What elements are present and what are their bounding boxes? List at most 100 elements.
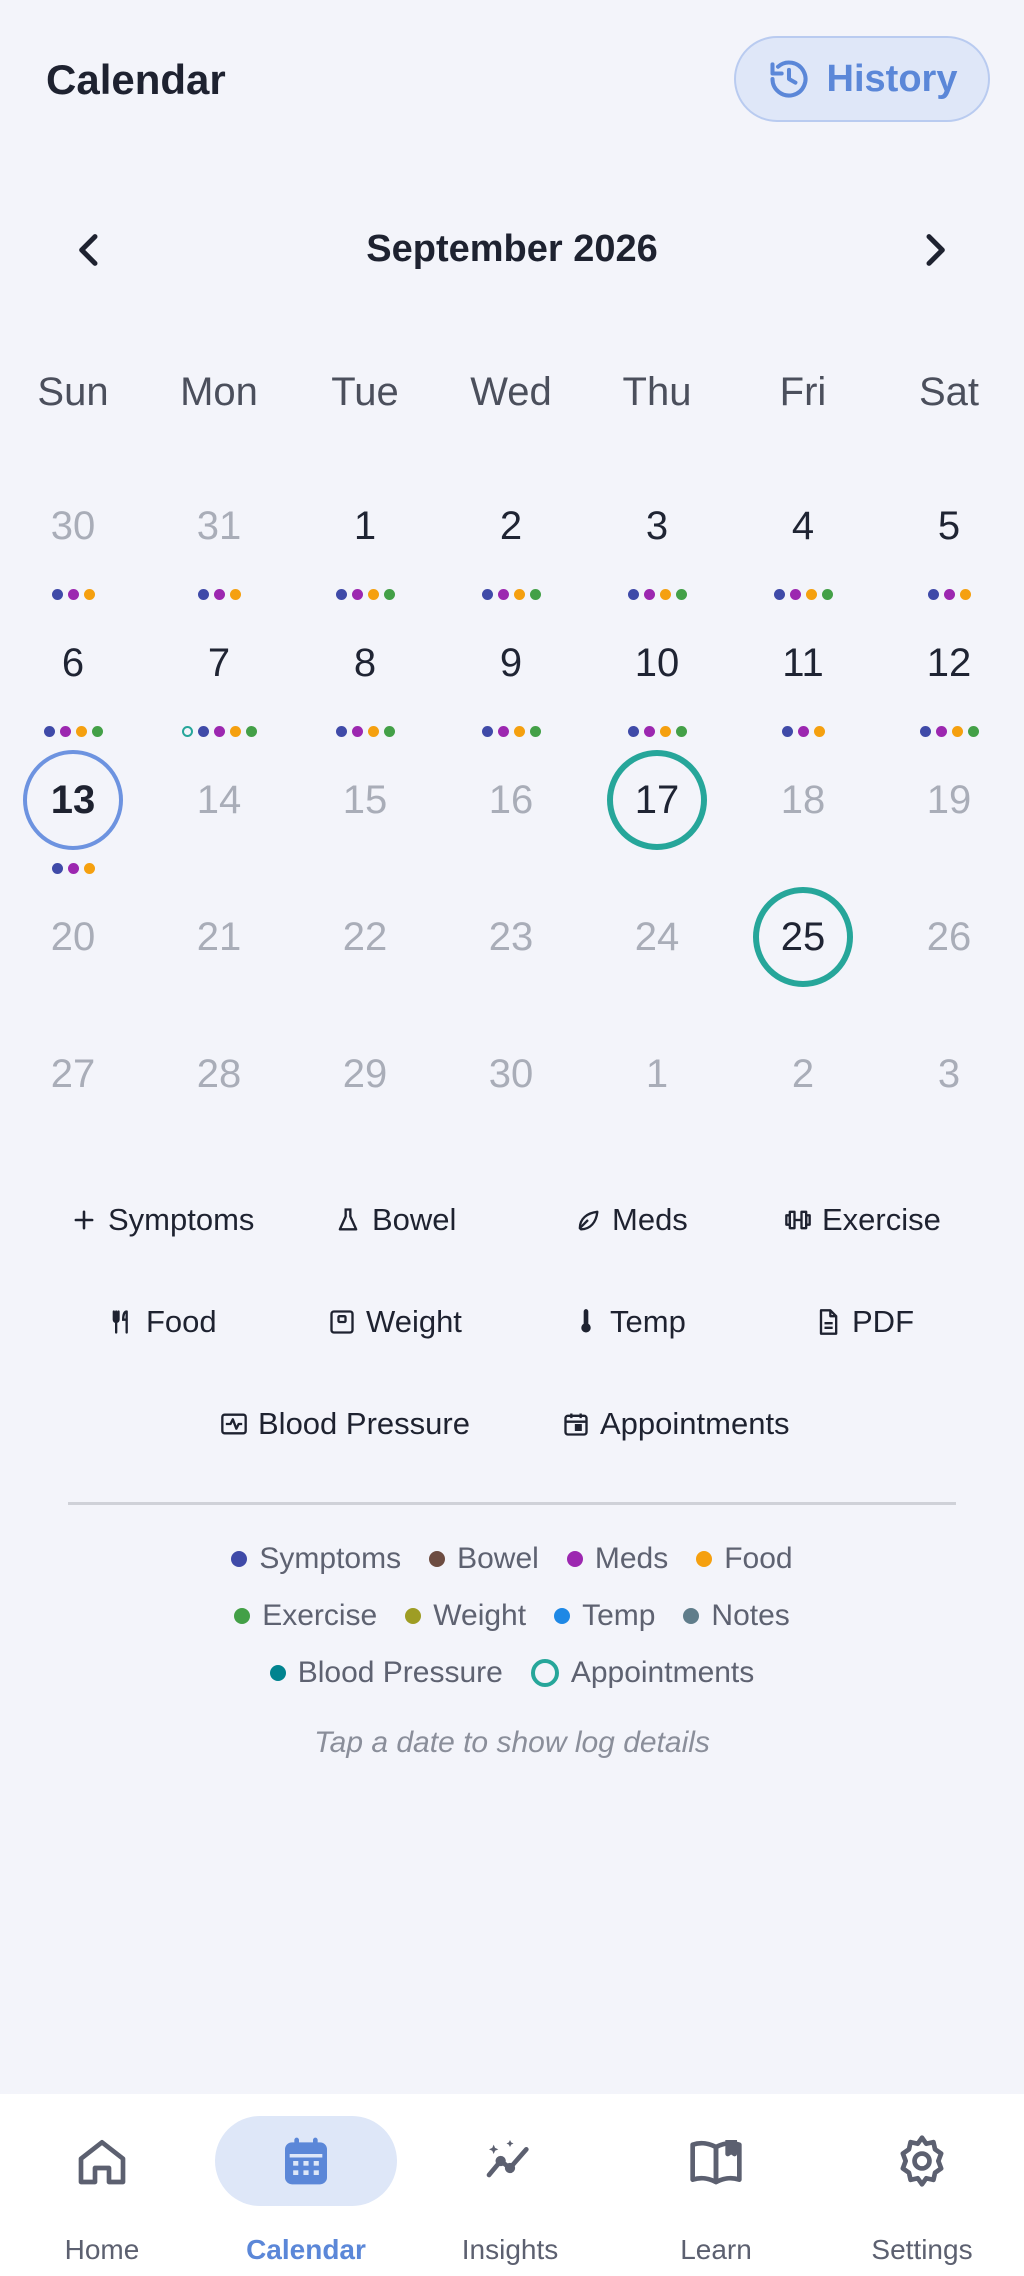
- calendar-day[interactable]: 3: [584, 476, 730, 612]
- calendar-day[interactable]: 15: [292, 750, 438, 886]
- calendar-day-number: 29: [342, 1051, 388, 1096]
- calendar-day[interactable]: 11: [730, 613, 876, 749]
- calendar-day[interactable]: 17: [584, 750, 730, 886]
- add-temp-chip[interactable]: Temp: [572, 1292, 686, 1352]
- calendar-day[interactable]: 25: [730, 887, 876, 1023]
- legend-symptoms: Symptoms: [231, 1542, 401, 1576]
- leaf-icon: [578, 1210, 599, 1231]
- legend-label: Symptoms: [259, 1542, 402, 1575]
- log-dot-symptoms: [197, 726, 209, 737]
- scale-icon: [330, 1310, 354, 1334]
- log-dot-exercise: [675, 726, 687, 737]
- calendar-day[interactable]: 28: [146, 1024, 292, 1160]
- calendar-day-number: 3: [937, 1051, 961, 1096]
- calendar-day[interactable]: 2: [438, 476, 584, 612]
- add-bowel-chip[interactable]: Bowel: [334, 1190, 456, 1250]
- log-dot-symptoms: [197, 589, 209, 600]
- heart-monitor-icon: [221, 1413, 247, 1435]
- calendar-day[interactable]: 18: [730, 750, 876, 886]
- nav-settings-label: Settings: [871, 2234, 973, 2265]
- legend-row-1: Symptoms Bowel Meds Food: [0, 1542, 1024, 1576]
- legend-dot-meds: [566, 1551, 583, 1567]
- tap-date-hint: Tap a date to show log details: [314, 1726, 710, 1759]
- calendar-day-number: 23: [488, 914, 534, 959]
- add-exercise-chip[interactable]: Exercise: [784, 1190, 941, 1250]
- calendar-day[interactable]: 9: [438, 613, 584, 749]
- log-dot-exercise: [529, 589, 541, 600]
- calendar-icon: [285, 2137, 327, 2185]
- log-dot-exercise: [91, 726, 103, 737]
- calendar-day-number: 14: [196, 777, 242, 822]
- calendar-day-number: 30: [50, 503, 96, 548]
- nav-home[interactable]: Home: [0, 2094, 204, 2276]
- calendar-day[interactable]: 10: [584, 613, 730, 749]
- calendar-day[interactable]: 5: [876, 476, 1022, 612]
- calendar-day[interactable]: 14: [146, 750, 292, 886]
- calendar-day[interactable]: 21: [146, 887, 292, 1023]
- legend-weight: Weight: [405, 1599, 526, 1633]
- dumbbell-icon: [785, 1210, 811, 1230]
- calendar-day[interactable]: 19: [876, 750, 1022, 886]
- nav-settings[interactable]: Settings: [820, 2094, 1024, 2276]
- calendar-day[interactable]: 4: [730, 476, 876, 612]
- calendar-day[interactable]: 8: [292, 613, 438, 749]
- nav-learn[interactable]: Learn: [614, 2094, 818, 2276]
- add-meds-chip[interactable]: Meds: [574, 1190, 688, 1250]
- nav-calendar-label: Calendar: [246, 2234, 366, 2265]
- calendar-day[interactable]: 24: [584, 887, 730, 1023]
- add-food-chip[interactable]: Food: [108, 1292, 217, 1352]
- calendar-day[interactable]: 12: [876, 613, 1022, 749]
- calendar-day[interactable]: 30: [438, 1024, 584, 1160]
- legend-notes: Notes: [683, 1599, 790, 1633]
- log-dot-symptoms: [481, 589, 493, 600]
- add-symptoms-chip[interactable]: Symptoms: [70, 1190, 254, 1250]
- calendar-day[interactable]: 31: [146, 476, 292, 612]
- log-indicator-dots: [584, 726, 730, 737]
- nav-insights[interactable]: Insights: [408, 2094, 612, 2276]
- log-dot-meds: [497, 726, 509, 737]
- calendar-day[interactable]: 2: [730, 1024, 876, 1160]
- legend-label: Exercise: [262, 1599, 378, 1632]
- legend-meds: Meds: [566, 1542, 668, 1576]
- calendar-day-number: 18: [780, 777, 826, 822]
- calendar-day[interactable]: 27: [0, 1024, 146, 1160]
- calendar-day[interactable]: 23: [438, 887, 584, 1023]
- calendar-day[interactable]: 20: [0, 887, 146, 1023]
- add-bowel-label: Bowel: [372, 1202, 457, 1237]
- calendar-day[interactable]: 13: [0, 750, 146, 886]
- legend-dot-exercise: [234, 1608, 251, 1624]
- calendar-day[interactable]: 6: [0, 613, 146, 749]
- log-dot-food: [367, 726, 379, 737]
- log-indicator-dots: [0, 863, 146, 874]
- log-dot-meds: [351, 726, 363, 737]
- nav-icon-wrap: [0, 2126, 204, 2196]
- calendar-day[interactable]: 16: [438, 750, 584, 886]
- appointment-indicator: [181, 726, 193, 737]
- nav-calendar[interactable]: Calendar: [204, 2094, 408, 2276]
- calendar-day-number: 28: [196, 1051, 242, 1096]
- log-dot-symptoms: [927, 589, 939, 600]
- add-appointments-chip[interactable]: Appointments: [562, 1394, 790, 1454]
- calendar-day[interactable]: 1: [292, 476, 438, 612]
- calendar-day[interactable]: 26: [876, 887, 1022, 1023]
- log-dot-food: [367, 589, 379, 600]
- plus-icon: [74, 1210, 94, 1230]
- log-indicator-dots: [146, 726, 292, 737]
- insights-icon: [486, 2140, 529, 2178]
- calendar-day[interactable]: 22: [292, 887, 438, 1023]
- log-dot-meds: [789, 589, 801, 600]
- calendar-day[interactable]: 29: [292, 1024, 438, 1160]
- calendar-day-number: 16: [488, 777, 534, 822]
- add-weight-chip[interactable]: Weight: [328, 1292, 462, 1352]
- calendar-day[interactable]: 1: [584, 1024, 730, 1160]
- legend-row-2: Exercise Weight Temp Notes: [0, 1599, 1024, 1633]
- calendar-day[interactable]: 7: [146, 613, 292, 749]
- calendar-day[interactable]: 30: [0, 476, 146, 612]
- add-pdf-chip[interactable]: PDF: [814, 1292, 914, 1352]
- add-blood-pressure-chip[interactable]: Blood Pressure: [220, 1394, 470, 1454]
- calendar-day-number: 5: [937, 503, 961, 548]
- calendar-day-number: 19: [926, 777, 972, 822]
- calendar-day[interactable]: 3: [876, 1024, 1022, 1160]
- log-indicator-dots: [438, 589, 584, 600]
- calendar-grid: 30 31 1 2 3 4 5 6 7 8 9 10 11 12 13 14 15 16 17 18 19 20 21 22 2…: [0, 0, 1024, 1100]
